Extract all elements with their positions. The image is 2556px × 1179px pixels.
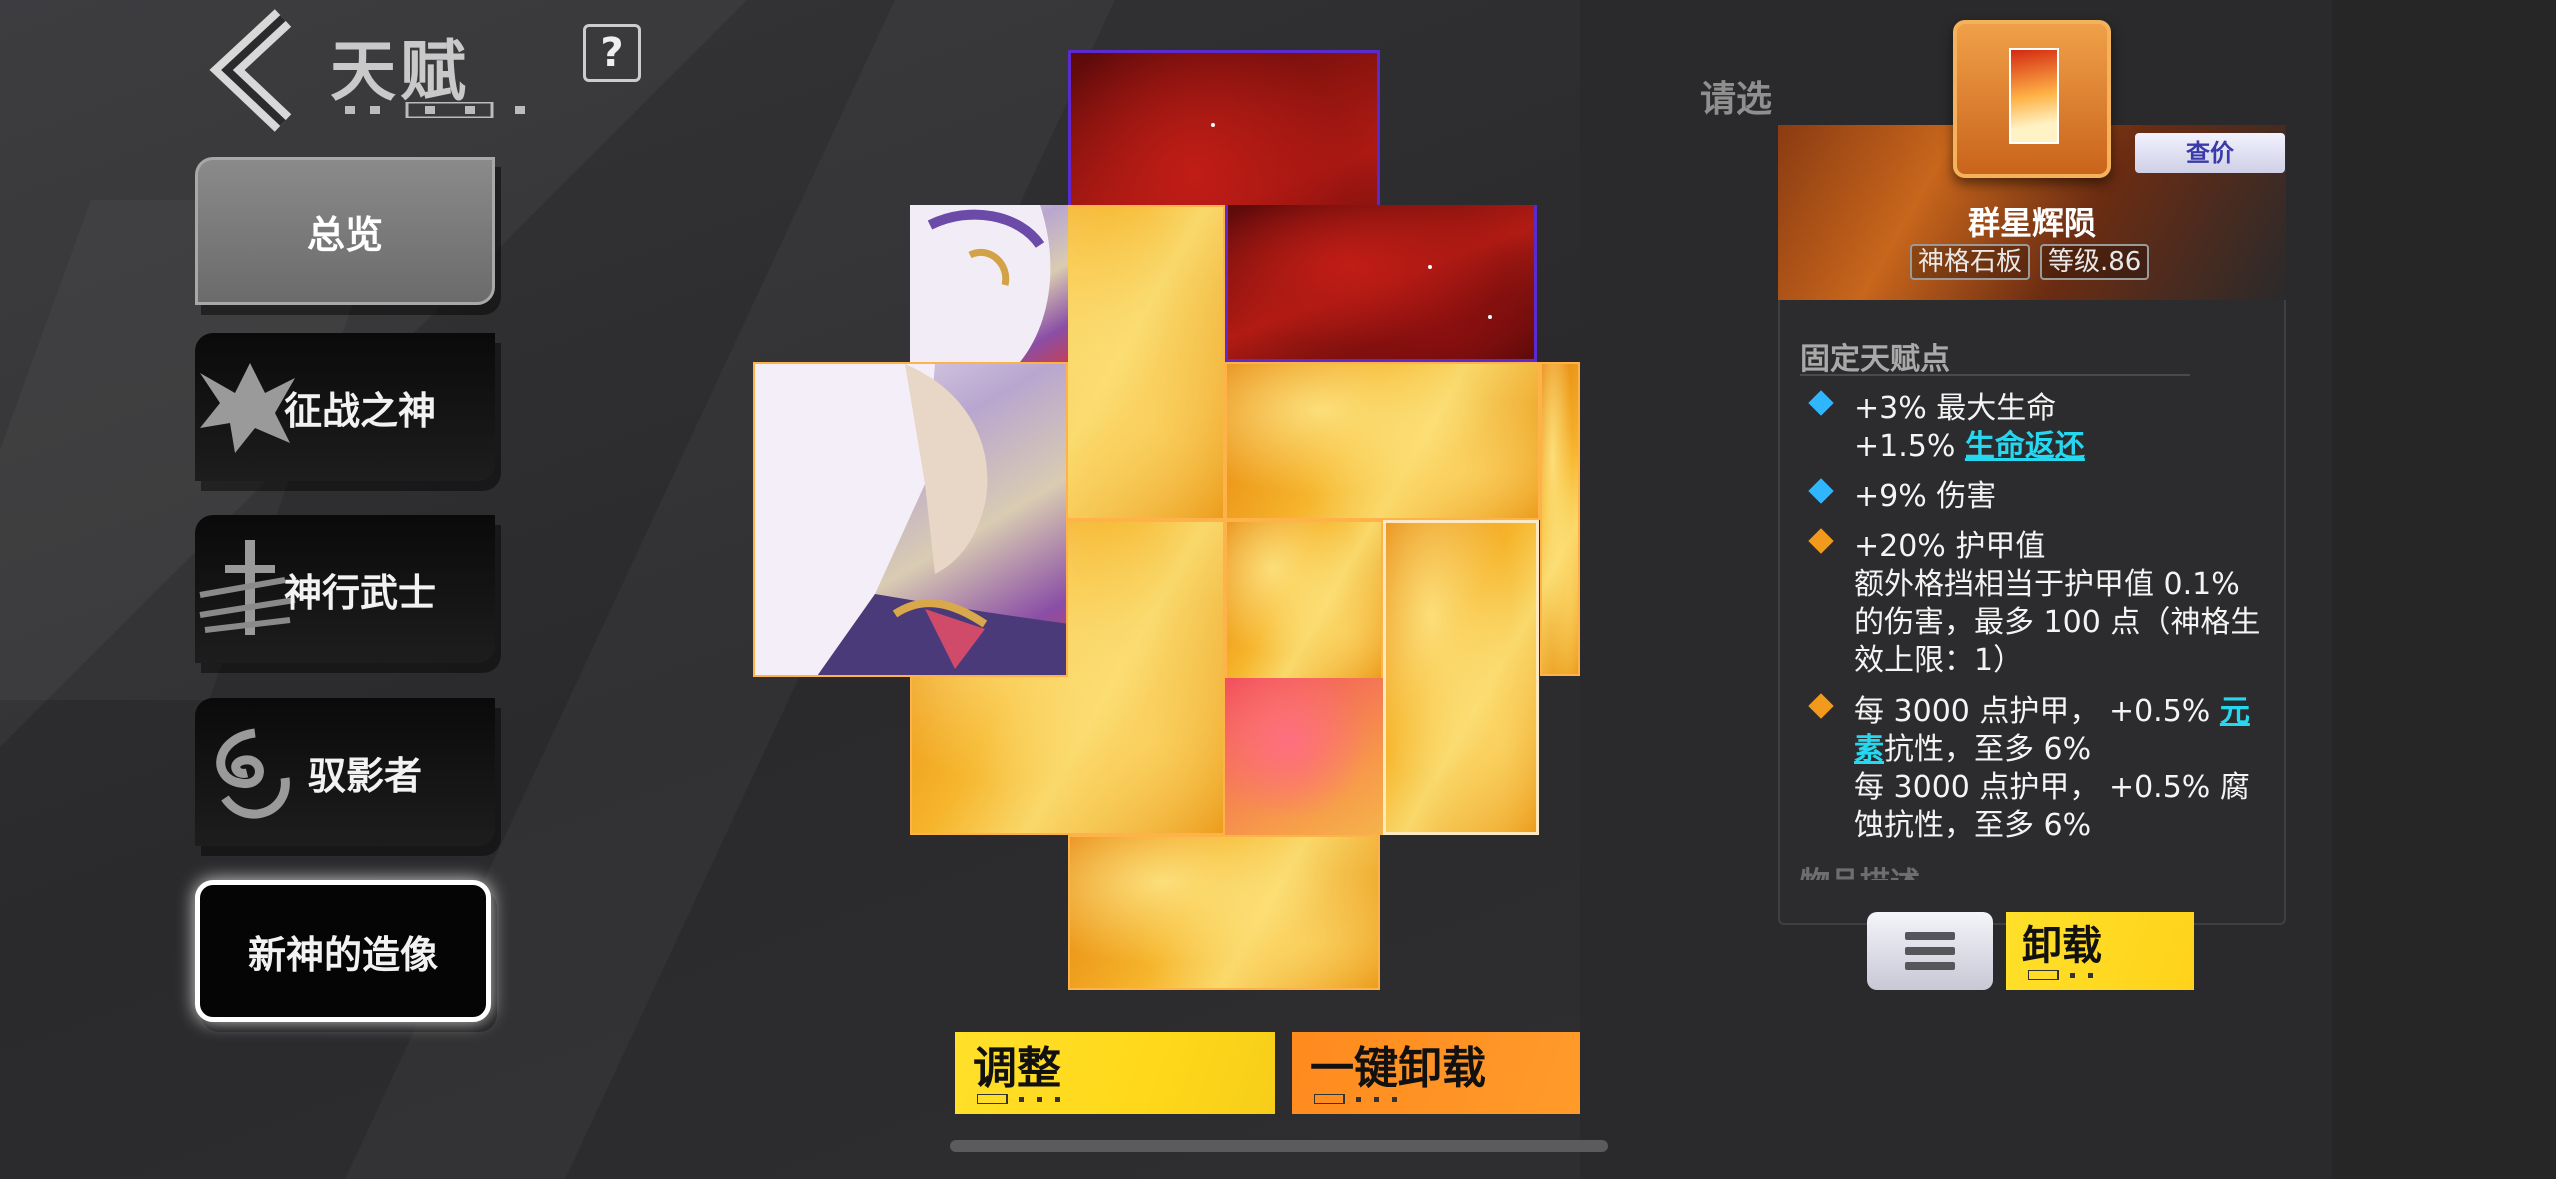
sidebar-item-label: 征战之神: [283, 388, 436, 433]
stat-text: +1.5%: [1854, 429, 1965, 464]
sidebar-item-divine-warrior[interactable]: 神行武士: [195, 515, 495, 663]
element-link[interactable]: 元: [2220, 694, 2250, 729]
button-decoration: [2028, 970, 2093, 980]
hero-portrait-tile: [910, 205, 1068, 362]
game-screen: { "header": { "title": "天赋", "help_label…: [0, 0, 2556, 1179]
hero-portrait-art: [755, 364, 1066, 675]
unload-all-button[interactable]: 一键卸载: [1292, 1032, 1580, 1114]
button-decoration: [977, 1094, 1060, 1104]
sidebar-item-overview[interactable]: 总览: [195, 157, 495, 305]
hero-portrait-tile[interactable]: [753, 362, 1068, 677]
sidebar-item-label: 驭影者: [307, 753, 422, 798]
button-decoration: [1314, 1094, 1397, 1104]
unload-button-label: 卸载: [2022, 923, 2102, 969]
selection-hint: 请选: [1700, 79, 1773, 120]
sidebar-item-label: 新神的造像: [247, 932, 438, 977]
fire-slate-tile[interactable]: [1225, 362, 1540, 520]
item-type-tag: 神格石板: [1910, 244, 2031, 280]
stat-line: 蚀抗性，至多 6%: [1854, 808, 2092, 843]
sidebar-item-god-of-war[interactable]: 征战之神: [195, 333, 495, 481]
sidebar-item-shadow-rider[interactable]: 驭影者: [195, 698, 495, 846]
section-divider: [1800, 374, 2190, 376]
fire-slate-tile[interactable]: [1068, 835, 1380, 990]
adjust-button-label: 调整: [973, 1043, 1061, 1094]
item-name: 群星辉陨: [1967, 204, 2096, 242]
help-button[interactable]: ?: [583, 24, 641, 82]
star-sparkle: [1211, 123, 1215, 127]
fire-slate-tile[interactable]: [1540, 362, 1580, 676]
slate-icon: [2009, 48, 2059, 144]
sidebar-item-label: 神行武士: [283, 570, 436, 615]
fixed-talent-section-title: 固定天赋点: [1800, 342, 1950, 377]
menu-icon-bar: [1905, 962, 1955, 970]
item-description-title: 物品描述: [1800, 858, 1920, 880]
right-edge-strip: [2332, 0, 2556, 1179]
stat-line: +9% 伤害: [1854, 479, 1997, 514]
adjust-button[interactable]: 调整: [955, 1032, 1275, 1114]
sidebar-item-new-god-statue[interactable]: 新神的造像: [195, 880, 491, 1022]
unload-button[interactable]: 卸载: [2006, 912, 2194, 990]
home-indicator: [950, 1140, 1608, 1152]
menu-icon-bar: [1905, 947, 1955, 955]
star-sparkle: [1488, 315, 1492, 319]
unload-all-button-label: 一键卸载: [1310, 1043, 1486, 1094]
selected-fire-slate-tile[interactable]: [1383, 520, 1539, 835]
menu-icon-bar: [1905, 932, 1955, 940]
stat-line: 效上限：1）: [1854, 643, 2024, 678]
title-decoration: [345, 102, 525, 118]
star-sparkle: [1428, 265, 1432, 269]
sidebar-item-label: 总览: [306, 212, 383, 257]
check-price-button[interactable]: 查价: [2135, 133, 2285, 173]
life-return-link[interactable]: 生命返还: [1965, 429, 2085, 464]
back-arrow-icon[interactable]: [205, 8, 305, 133]
item-level-tag: 等级.86: [2040, 244, 2150, 280]
fire-slate-tile[interactable]: [1225, 520, 1383, 680]
space-slate-tile[interactable]: [1225, 205, 1537, 362]
menu-button[interactable]: [1867, 912, 1993, 990]
hero-portrait-art: [910, 205, 1051, 362]
stat-line: +1.5% 生命返还: [1854, 421, 2085, 465]
pink-slate-tile[interactable]: [1225, 678, 1383, 835]
item-icon: [1953, 20, 2111, 178]
page-title: 天赋: [330, 33, 470, 110]
